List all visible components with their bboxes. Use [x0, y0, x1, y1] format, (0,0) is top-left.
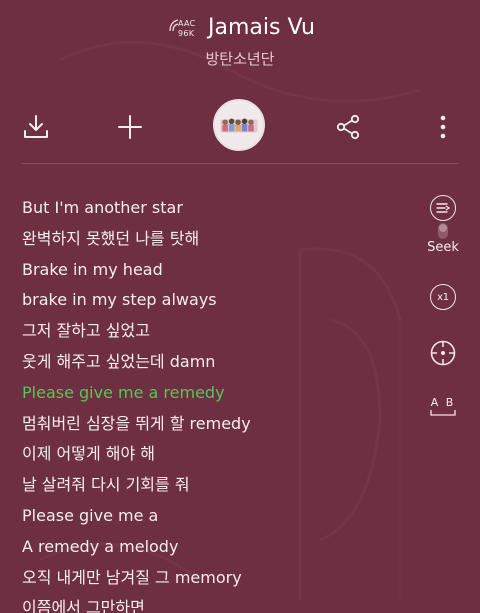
more-vertical-icon — [440, 115, 446, 139]
locate-current-line-button[interactable] — [420, 339, 466, 367]
lyrics-list[interactable]: But I'm another star 완벽하지 못했던 나를 탓해 Brak… — [22, 193, 402, 613]
album-art-thumbnail[interactable] — [213, 99, 265, 151]
codec-badge: AAC 96K — [168, 17, 202, 41]
playback-speed-button[interactable]: x1 — [420, 284, 466, 310]
lyric-line[interactable]: 완벽하지 못했던 나를 탓해 — [22, 224, 402, 255]
lyric-line[interactable]: 이제 어떻게 해야 해 — [22, 439, 402, 470]
ab-range-icon — [430, 410, 456, 416]
seek-label: Seek — [427, 240, 459, 255]
action-toolbar — [0, 95, 480, 157]
ab-repeat-label: A B — [430, 396, 456, 409]
download-icon — [24, 115, 48, 138]
lyric-line[interactable]: 멈춰버린 심장을 뛰게 할 remedy — [22, 409, 402, 440]
speed-label: x1 — [430, 284, 456, 310]
lyric-line[interactable]: 날 살려줘 다시 기회를 줘 — [22, 470, 402, 501]
codec-format: AAC — [178, 19, 196, 28]
lyric-line[interactable]: 그저 잘하고 싶었고 — [22, 316, 402, 347]
lyric-line[interactable]: Brake in my head — [22, 255, 402, 286]
download-button[interactable] — [18, 109, 54, 145]
add-to-playlist-button[interactable] — [112, 109, 148, 145]
share-button[interactable] — [330, 109, 366, 145]
lyric-line[interactable]: brake in my step always — [22, 285, 402, 316]
lyric-line[interactable]: 웃게 해주고 싶었는데 damn — [22, 347, 402, 378]
plus-icon — [118, 115, 142, 139]
lyrics-side-controls: Seek x1 A B — [420, 193, 466, 433]
lyric-line[interactable]: 오직 내게만 남겨질 그 memory — [22, 563, 402, 594]
crosshair-icon — [430, 340, 456, 366]
toolbar-divider — [22, 163, 458, 164]
artist-name: 방탄소년단 — [205, 50, 275, 68]
seek-toggle-button[interactable]: Seek — [420, 195, 466, 255]
lyric-line[interactable]: Please give me a — [22, 501, 402, 532]
song-title: Jamais Vu — [208, 15, 315, 40]
more-options-button[interactable] — [430, 109, 456, 145]
codec-bitrate: 96K — [178, 29, 195, 38]
lyric-line-current[interactable]: Please give me a remedy — [22, 378, 402, 409]
lyric-line[interactable]: But I'm another star — [22, 193, 402, 224]
lyric-line[interactable]: 이쯤에서 그만하면 — [22, 593, 402, 613]
player-header: AAC 96K Jamais Vu 방탄소년단 — [0, 0, 480, 80]
seek-switch[interactable] — [438, 223, 448, 239]
share-icon — [336, 114, 360, 140]
seek-lines-icon — [430, 195, 456, 221]
lyric-line[interactable]: A remedy a melody — [22, 532, 402, 563]
album-art-image — [215, 101, 263, 149]
ab-repeat-button[interactable]: A B — [420, 397, 466, 416]
